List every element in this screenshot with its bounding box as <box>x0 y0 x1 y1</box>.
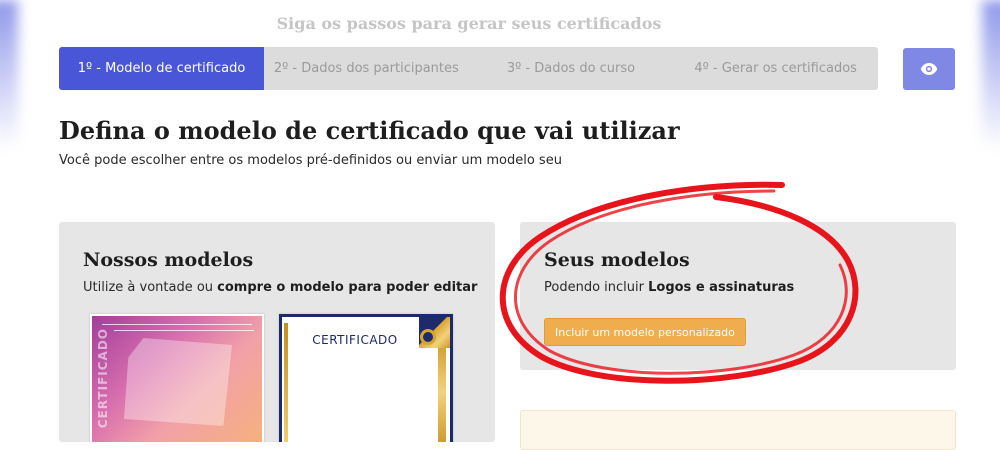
step-participants[interactable]: 2º - Dados dos participantes <box>264 47 469 90</box>
your-models-desc-bold: Logos e assinaturas <box>648 280 795 295</box>
notice-panel <box>520 410 956 450</box>
page-title: Defina o modelo de certificado que vai u… <box>59 116 680 145</box>
steps-title: Siga os passos para gerar seus certifica… <box>276 14 662 33</box>
our-models-desc-bold: compre o modelo para poder editar <box>217 280 478 295</box>
certificate-thumbnail-navy[interactable]: CERTIFICADO <box>279 314 453 442</box>
our-models-panel: Nossos modelos Utilize à vontade ou comp… <box>59 222 495 442</box>
certificate-thumbnail-pink[interactable]: CERTIFICADO <box>90 314 264 442</box>
thumbnail-vertical-text: CERTIFICADO <box>96 328 110 429</box>
page-subtitle: Você pode escolher entre os modelos pré-… <box>59 153 562 168</box>
your-models-description: Podendo incluir Logos e assinaturas <box>544 280 794 295</box>
your-models-heading: Seus modelos <box>544 249 690 271</box>
right-edge-glow <box>982 0 1000 150</box>
stepper: 1º - Modelo de certificado 2º - Dados do… <box>59 47 878 90</box>
add-custom-model-button[interactable]: Incluir um modelo personalizado <box>544 318 746 346</box>
thumbnail-line <box>102 324 252 325</box>
step-course[interactable]: 3º - Dados do curso <box>469 47 674 90</box>
your-models-desc-text: Podendo incluir <box>544 280 649 295</box>
thumbnail-certificate-title: CERTIFICADO <box>312 333 398 347</box>
eye-icon <box>920 63 938 75</box>
step-generate[interactable]: 4º - Gerar os certificados <box>673 47 878 90</box>
thumbnail-frame-shape <box>124 338 232 426</box>
our-models-desc-text: Utilize à vontade ou <box>83 280 218 295</box>
preview-button[interactable] <box>903 48 955 90</box>
step-model[interactable]: 1º - Modelo de certificado <box>59 47 264 90</box>
your-models-panel: Seus modelos Podendo incluir Logos e ass… <box>520 222 956 370</box>
our-models-heading: Nossos modelos <box>83 249 254 271</box>
thumbnail-line <box>114 330 254 331</box>
our-models-description: Utilize à vontade ou compre o modelo par… <box>83 280 477 295</box>
